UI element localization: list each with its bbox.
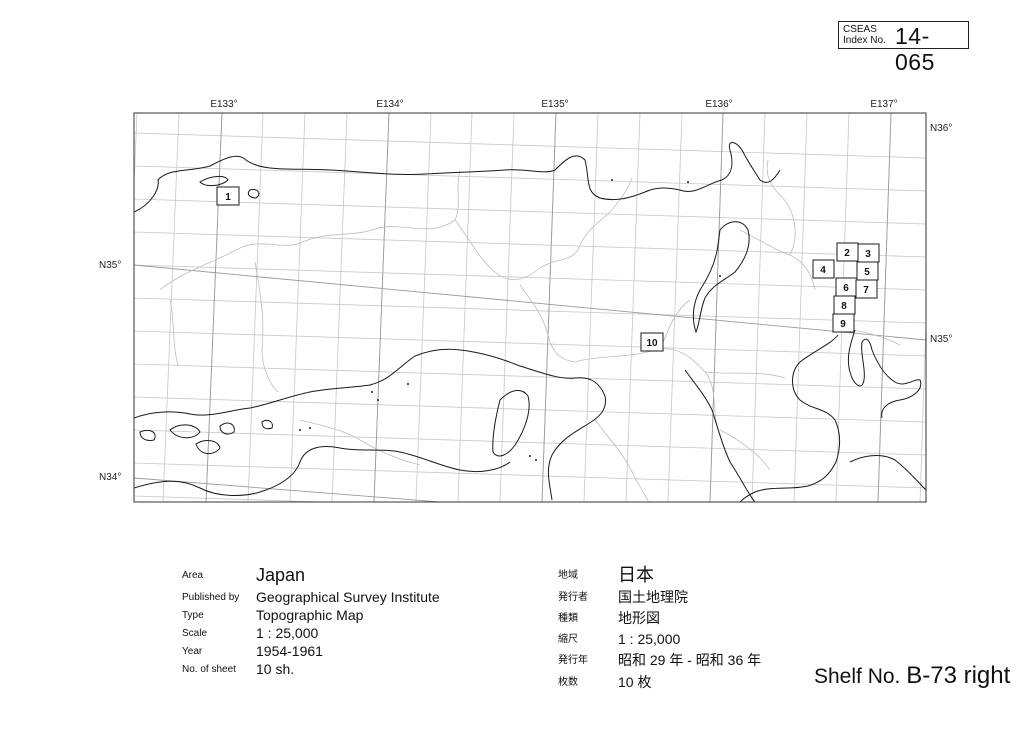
shelf-label: Shelf No. [814, 665, 901, 688]
map-frame [133, 112, 927, 503]
area-value-jp: 日本 [618, 565, 654, 585]
year-label-en: Year [182, 646, 203, 657]
sheet-label-1: 1 [225, 192, 231, 203]
area-label-en: Area [182, 570, 204, 581]
type-label-jp: 種類 [558, 613, 578, 624]
sheet-label-4: 4 [820, 265, 826, 276]
grid-lines [134, 113, 926, 502]
scale-value-jp: 1 : 25,000 [618, 631, 681, 647]
type-label-en: Type [182, 610, 204, 621]
scale-value-en: 1 : 25,000 [256, 625, 319, 641]
scale-label-en: Scale [182, 628, 208, 639]
lat-label-n35-right: N35° [930, 334, 952, 345]
sheets-value-jp: 10 枚 [618, 674, 652, 690]
lon-label-e136: E136° [705, 99, 732, 110]
sheet-label-9: 9 [840, 319, 846, 330]
sheets-label-en: No. of sheet [182, 664, 236, 675]
shelf-number: Shelf No. B-73 right [814, 663, 1010, 690]
sheets-value-en: 10 sh. [256, 661, 295, 677]
major-grid-lines [134, 113, 926, 502]
lon-label-e134: E134° [376, 99, 403, 110]
sheet-label-5: 5 [864, 267, 870, 278]
sheet-label-10: 10 [646, 338, 658, 349]
lat-label-n36: N36° [930, 123, 952, 134]
coastlines [134, 142, 926, 502]
area-label-jp: 地域 [558, 570, 578, 581]
year-value-en: 1954-1961 [256, 643, 323, 659]
publisher-value-en: Geographical Survey Institute [256, 589, 440, 605]
publisher-label-en: Published by [182, 592, 240, 603]
area-value-en: Japan [256, 565, 306, 585]
sheet-label-7: 7 [863, 285, 869, 296]
lon-label-e133: E133° [210, 99, 237, 110]
sheet-label-8: 8 [841, 301, 847, 312]
sheet-label-3: 3 [865, 249, 871, 260]
publisher-label-jp: 発行者 [558, 592, 588, 603]
year-label-jp: 発行年 [558, 655, 588, 666]
lon-label-e135: E135° [541, 99, 568, 110]
type-value-en: Topographic Map [256, 607, 364, 623]
year-value-jp: 昭和 29 年 - 昭和 36 年 [618, 652, 762, 668]
sheet-label-6: 6 [843, 283, 849, 294]
type-value-jp: 地形図 [618, 610, 660, 626]
sheet-label-2: 2 [844, 248, 850, 259]
shelf-code: B-73 right [906, 662, 1011, 689]
lat-label-n34: N34° [99, 472, 121, 483]
scale-label-jp: 縮尺 [558, 634, 578, 645]
publisher-value-jp: 国土地理院 [618, 589, 688, 605]
index-map: 1 2 3 4 5 6 7 8 9 10 E133° E134° E135° E… [99, 99, 952, 503]
sheets-label-jp: 枚数 [558, 677, 578, 688]
lat-label-n35-left: N35° [99, 260, 121, 271]
lon-label-e137: E137° [870, 99, 897, 110]
